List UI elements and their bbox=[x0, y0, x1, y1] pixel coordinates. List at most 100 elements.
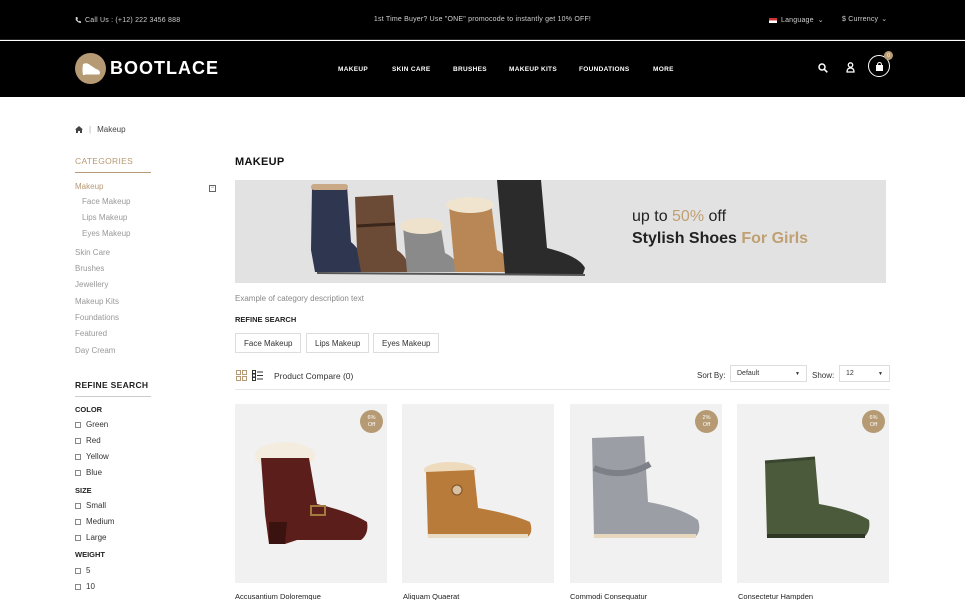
cart-button[interactable]: 0 bbox=[868, 51, 893, 77]
logo[interactable]: BOOTLACE bbox=[75, 53, 219, 84]
currency-selector[interactable]: $ Currency ⌄ bbox=[842, 15, 888, 24]
badge-pct: 2% bbox=[702, 414, 711, 421]
nav-makeup[interactable]: MAKEUP bbox=[338, 66, 368, 73]
nav-more[interactable]: MORE bbox=[653, 66, 674, 73]
sort-by-label: Sort By: bbox=[697, 371, 726, 380]
checkbox[interactable] bbox=[75, 502, 81, 509]
home-icon[interactable] bbox=[75, 126, 83, 133]
product-card[interactable]: 6% Off bbox=[737, 404, 889, 583]
filter-weight-title: WEIGHT bbox=[75, 550, 105, 559]
category-eyes-makeup[interactable]: Eyes Makeup bbox=[82, 229, 130, 238]
banner-line2: Stylish Shoes For Girls bbox=[632, 230, 808, 248]
product-name[interactable]: Aliquam Quaerat bbox=[403, 592, 459, 600]
filter-label: Blue bbox=[86, 468, 103, 477]
product-image-tan-boot bbox=[424, 462, 532, 538]
main-header: BOOTLACE MAKEUP SKIN CARE BRUSHES MAKEUP… bbox=[0, 41, 965, 97]
refine-chip-lips-makeup[interactable]: Lips Makeup bbox=[306, 333, 370, 353]
search-icon[interactable] bbox=[818, 63, 828, 73]
checkbox[interactable] bbox=[75, 534, 81, 541]
list-view-icon[interactable] bbox=[252, 370, 263, 381]
shopping-bag-icon bbox=[875, 61, 883, 71]
product-card[interactable]: 6% Off bbox=[235, 404, 387, 583]
filter-color-blue[interactable]: Blue bbox=[75, 468, 102, 477]
filter-label: 10 bbox=[86, 582, 95, 591]
filter-size-title: SIZE bbox=[75, 486, 92, 495]
checkbox[interactable] bbox=[75, 567, 81, 574]
category-makeup[interactable]: Makeup bbox=[75, 182, 103, 191]
category-lips-makeup[interactable]: Lips Makeup bbox=[82, 213, 127, 222]
filter-color-yellow[interactable]: Yellow bbox=[75, 452, 109, 461]
collapse-icon[interactable]: − bbox=[209, 185, 216, 192]
product-compare-link[interactable]: Product Compare (0) bbox=[274, 371, 353, 381]
refine-chip-eyes-makeup[interactable]: Eyes Makeup bbox=[373, 333, 440, 353]
banner-line1-highlight: 50% bbox=[672, 208, 705, 225]
category-brushes[interactable]: Brushes bbox=[75, 264, 104, 273]
category-skin-care[interactable]: Skin Care bbox=[75, 248, 110, 257]
filter-weight-5[interactable]: 5 bbox=[75, 566, 90, 575]
currency-label: $ Currency bbox=[842, 15, 879, 23]
discount-badge: 6% Off bbox=[360, 410, 383, 433]
filter-color-red[interactable]: Red bbox=[75, 436, 101, 445]
category-day-cream[interactable]: Day Cream bbox=[75, 346, 115, 355]
filter-label: Yellow bbox=[86, 452, 109, 461]
badge-off: Off bbox=[869, 421, 878, 428]
flag-icon bbox=[769, 17, 777, 23]
checkbox[interactable] bbox=[75, 469, 81, 476]
category-foundations[interactable]: Foundations bbox=[75, 313, 119, 322]
filter-size-medium[interactable]: Medium bbox=[75, 517, 114, 526]
product-name[interactable]: Commodi Consequatur bbox=[570, 592, 647, 600]
language-label: Language bbox=[781, 16, 814, 24]
banner-line1-post: off bbox=[704, 208, 727, 225]
cart-count: 0 bbox=[884, 51, 893, 60]
product-card[interactable] bbox=[402, 404, 554, 583]
refine-chip-face-makeup[interactable]: Face Makeup bbox=[235, 333, 302, 353]
logo-text: BOOTLACE bbox=[110, 58, 219, 78]
filter-size-small[interactable]: Small bbox=[75, 501, 106, 510]
category-featured[interactable]: Featured bbox=[75, 329, 107, 338]
grid-view-icon[interactable] bbox=[236, 370, 247, 381]
product-name[interactable]: Consectetur Hampden bbox=[738, 592, 813, 600]
chevron-down-icon: ⌄ bbox=[817, 17, 824, 24]
category-banner: up to 50% off Stylish Shoes For Girls bbox=[235, 180, 886, 283]
product-card[interactable]: 2% Off bbox=[570, 404, 722, 583]
filter-label: 5 bbox=[86, 566, 91, 575]
checkbox[interactable] bbox=[75, 421, 81, 428]
badge-off: Off bbox=[702, 421, 711, 428]
filter-color-green[interactable]: Green bbox=[75, 420, 108, 429]
banner-line2-pre: Stylish Shoes bbox=[632, 230, 742, 247]
checkbox[interactable] bbox=[75, 453, 81, 460]
caret-down-icon: ▼ bbox=[795, 370, 800, 377]
category-jewellery[interactable]: Jewellery bbox=[75, 280, 108, 289]
nav-makeup-kits[interactable]: MAKEUP KITS bbox=[509, 66, 557, 73]
breadcrumb-separator: | bbox=[89, 125, 92, 134]
product-name[interactable]: Accusantium Doloremque bbox=[235, 592, 321, 600]
chevron-down-icon: ⌄ bbox=[881, 16, 888, 23]
boot-logo-icon bbox=[75, 53, 106, 84]
nav-foundations[interactable]: FOUNDATIONS bbox=[579, 66, 629, 73]
category-face-makeup[interactable]: Face Makeup bbox=[82, 197, 130, 206]
boots-banner-image bbox=[311, 180, 586, 276]
checkbox[interactable] bbox=[75, 437, 81, 444]
language-selector[interactable]: Language ⌄ bbox=[769, 16, 824, 24]
checkbox[interactable] bbox=[75, 518, 81, 525]
category-makeup-kits[interactable]: Makeup Kits bbox=[75, 297, 119, 306]
breadcrumb-current[interactable]: Makeup bbox=[97, 125, 125, 134]
top-bar: Call Us : (+12) 222 3456 888 1st Time Bu… bbox=[0, 0, 965, 40]
breadcrumb: | Makeup bbox=[75, 125, 126, 134]
filter-label: Green bbox=[86, 420, 109, 429]
show-select[interactable]: 12 ▼ bbox=[839, 365, 890, 382]
filter-label: Medium bbox=[86, 517, 115, 526]
user-icon[interactable] bbox=[846, 62, 855, 73]
nav-skin-care[interactable]: SKIN CARE bbox=[392, 66, 430, 73]
checkbox[interactable] bbox=[75, 583, 81, 590]
sort-by-select[interactable]: Default ▼ bbox=[730, 365, 807, 382]
sidebar-refine-title: REFINE SEARCH bbox=[75, 380, 151, 397]
filter-weight-10[interactable]: 10 bbox=[75, 582, 95, 591]
discount-badge: 6% Off bbox=[862, 410, 885, 433]
sort-by-value: Default bbox=[737, 370, 760, 377]
show-label: Show: bbox=[812, 371, 835, 380]
filter-size-large[interactable]: Large bbox=[75, 533, 106, 542]
toolbar-divider bbox=[235, 389, 890, 390]
nav-brushes[interactable]: BRUSHES bbox=[453, 66, 487, 73]
page-title: MAKEUP bbox=[235, 156, 285, 168]
